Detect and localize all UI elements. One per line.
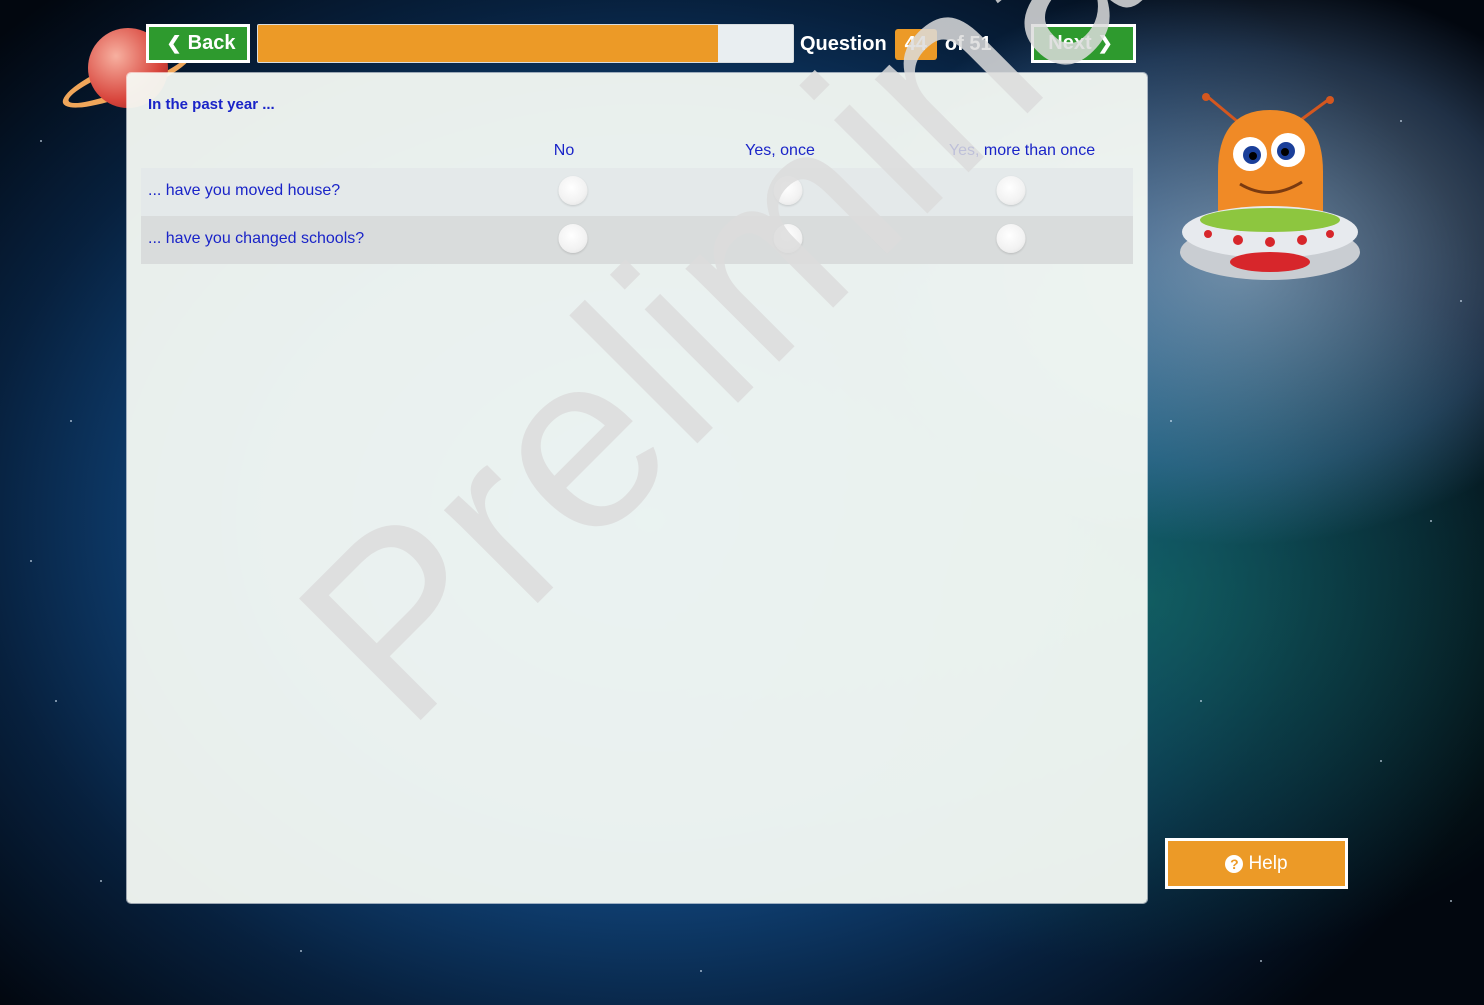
back-button[interactable]: ❮ Back: [146, 24, 250, 63]
alien-mascot-image: [1180, 93, 1360, 280]
question-row-changed-schools: ... have you changed schools?: [141, 216, 1133, 264]
column-header-yes-more-than-once: Yes, more than once: [948, 142, 1096, 159]
radio-moved-house-no[interactable]: [558, 176, 588, 205]
chevron-right-icon: ❯: [1097, 33, 1113, 53]
radio-moved-house-yes-more-than-once[interactable]: [996, 176, 1026, 205]
question-counter: Question 44 of 51: [800, 26, 992, 62]
column-header-yes-once: Yes, once: [745, 142, 815, 159]
top-navigation: ❮ Back Question 44 of 51 Next ❯: [0, 0, 1484, 70]
next-button-label: Next: [1048, 32, 1092, 54]
chevron-left-icon: ❮: [166, 33, 182, 53]
question-panel: In the past year ... No Yes, once Yes, m…: [127, 73, 1147, 903]
question-title: In the past year ...: [148, 96, 275, 113]
help-button[interactable]: ? Help: [1165, 838, 1348, 889]
question-row-moved-house: ... have you moved house?: [141, 168, 1133, 216]
row-label: ... have you changed schools?: [148, 230, 365, 247]
question-number-badge: 44: [894, 28, 937, 60]
help-button-label: Help: [1248, 852, 1288, 874]
radio-changed-schools-yes-more-than-once[interactable]: [996, 224, 1026, 253]
question-circle-icon: ?: [1225, 854, 1244, 873]
radio-changed-schools-no[interactable]: [558, 224, 588, 253]
question-total: of 51: [944, 32, 992, 55]
column-header-no: No: [553, 142, 575, 159]
question-label: Question: [800, 32, 887, 55]
progress-bar-fill: [258, 25, 719, 62]
back-button-label: Back: [187, 32, 236, 54]
radio-changed-schools-yes-once[interactable]: [773, 224, 803, 253]
radio-moved-house-yes-once[interactable]: [773, 176, 803, 205]
progress-bar: [257, 24, 794, 63]
row-label: ... have you moved house?: [148, 182, 341, 199]
next-button[interactable]: Next ❯: [1031, 24, 1136, 63]
